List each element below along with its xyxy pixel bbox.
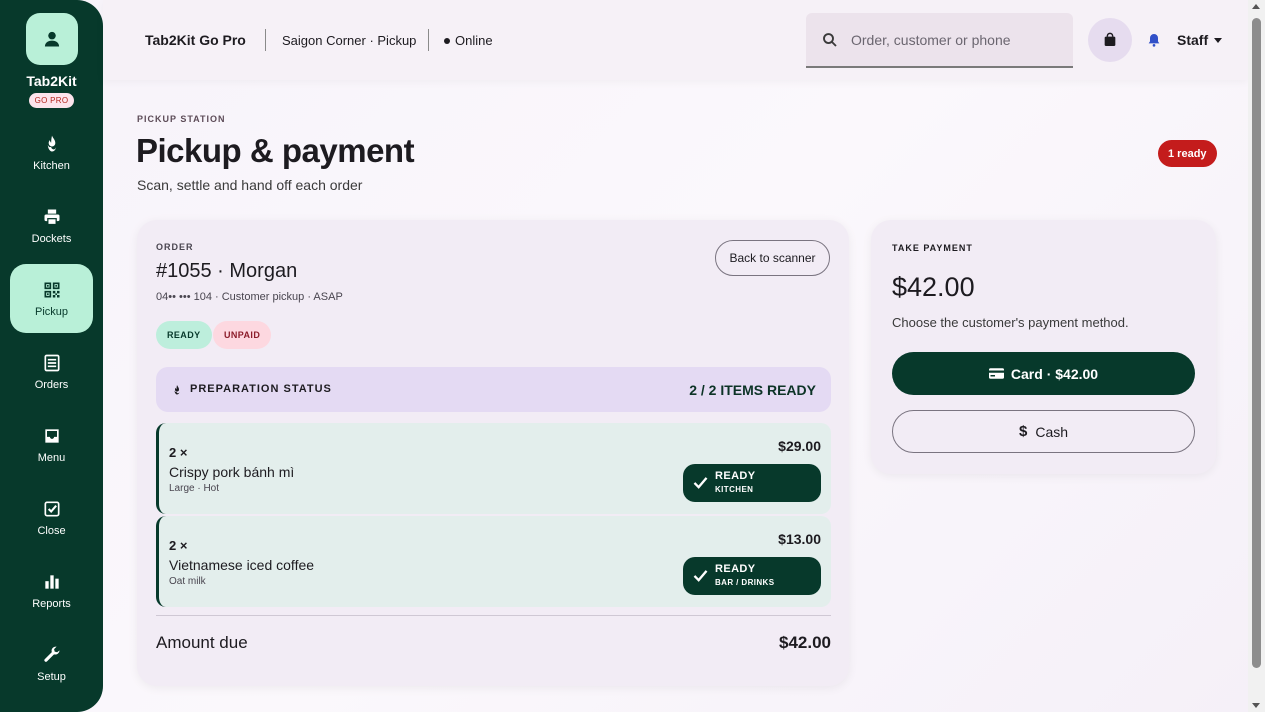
scroll-up-arrow-icon[interactable] [1252, 4, 1260, 9]
pay-by-cash-button[interactable]: $ Cash [892, 410, 1195, 453]
ready-chip: READY [156, 321, 212, 349]
sidebar-item-orders[interactable]: Orders [10, 337, 93, 406]
pay-by-cash-label: Cash [1035, 423, 1069, 440]
sidebar-item-label: Kitchen [33, 159, 70, 172]
credit-card-icon [988, 368, 1004, 379]
brand-avatar[interactable] [25, 13, 78, 65]
payment-hint: Choose the customer's payment method. [892, 315, 1129, 330]
dollar-icon: $ [1018, 423, 1028, 440]
payment-card: TAKE PAYMENT $42.00 Choose the customer'… [871, 220, 1216, 474]
item-price: $13.00 [778, 531, 821, 547]
item-status-badge: READY BAR / DRINKS [683, 557, 821, 595]
item-status-badge: READY KITCHEN [683, 464, 821, 502]
status-dot-icon [444, 37, 450, 44]
app-title: Tab2Kit Go Pro [145, 32, 246, 48]
list-icon [44, 354, 59, 371]
scrollbar-thumb[interactable] [1252, 18, 1261, 668]
item-name: Vietnamese iced coffee [169, 557, 315, 573]
divider [265, 29, 266, 51]
person-icon [44, 31, 59, 47]
amount-due-label: Amount due [156, 633, 248, 652]
top-bar: Tab2Kit Go Pro Saigon Corner · Pickup On… [103, 0, 1248, 80]
sidebar-item-label: Orders [34, 378, 69, 391]
pay-by-card-button[interactable]: Card · $42.00 [892, 352, 1195, 395]
check-icon [693, 477, 708, 489]
sidebar-item-reports[interactable]: Reports [10, 556, 93, 625]
brand-name: Tab2Kit [26, 73, 77, 89]
sidebar-item-menu[interactable]: Menu [10, 410, 93, 479]
sidebar-item-label: Pickup [34, 305, 69, 318]
sidebar-item-pickup[interactable]: Pickup [10, 264, 93, 333]
user-menu[interactable]: Staff [1177, 32, 1223, 48]
go-pro-badge[interactable]: GO PRO [28, 93, 75, 108]
status-label: Online [455, 33, 493, 48]
item-station-label: BAR / DRINKS [715, 578, 775, 587]
items-ready-count: 2 / 2 ITEMS READY [689, 382, 816, 398]
item-name: Crispy pork bánh mì [169, 464, 295, 480]
payment-eyebrow: TAKE PAYMENT [892, 243, 973, 253]
ready-count-badge: 1 ready [1158, 140, 1217, 167]
item-quantity: 2 × [169, 445, 188, 460]
shopping-bag-icon [1104, 32, 1116, 46]
sidebar: Tab2Kit GO PRO Kitchen Dockets Pickup Or… [0, 0, 103, 712]
check-icon [693, 570, 708, 582]
item-station-label: KITCHEN [715, 485, 754, 494]
sidebar-item-setup[interactable]: Setup [10, 629, 93, 698]
list-item: 2 × Crispy pork bánh mì Large · Hot $29.… [156, 423, 831, 514]
sidebar-item-kitchen[interactable]: Kitchen [10, 118, 93, 187]
page-title: Pickup & payment [136, 132, 415, 169]
order-card: ORDER #1055 · Morgan 04•• ••• 104 · Cust… [137, 220, 849, 686]
item-price: $29.00 [778, 438, 821, 454]
checkbox-icon [44, 501, 59, 516]
chevron-down-icon [1214, 37, 1223, 43]
qr-code-icon [44, 282, 59, 297]
user-name: Staff [1177, 32, 1209, 48]
printer-icon [44, 209, 59, 225]
sidebar-item-label: Reports [32, 597, 71, 610]
sidebar-item-label: Dockets [31, 232, 72, 245]
back-to-scanner-button[interactable]: Back to scanner [715, 240, 830, 276]
search-icon [823, 32, 837, 47]
item-modifiers: Oat milk [169, 576, 206, 587]
sidebar-item-label: Setup [37, 670, 66, 683]
sidebar-item-label: Close [37, 524, 66, 537]
amount-due-value: $42.00 [779, 633, 831, 652]
order-meta: 04•• ••• 104 · Customer pickup · ASAP [156, 291, 343, 303]
flame-icon [47, 135, 56, 151]
page-subtitle: Scan, settle and hand off each order [137, 177, 363, 193]
online-status: Online [444, 33, 493, 48]
inbox-icon [44, 428, 59, 443]
divider [428, 29, 429, 51]
item-status-label: READY [715, 470, 756, 482]
bell-icon[interactable] [1146, 32, 1162, 48]
item-status-label: READY [715, 563, 756, 575]
divider [156, 615, 831, 616]
page-eyebrow: PICKUP STATION [137, 114, 226, 124]
preparation-status-label: PREPARATION STATUS [190, 383, 332, 395]
search-input[interactable] [851, 31, 1061, 48]
sidebar-item-label: Menu [37, 451, 66, 464]
bar-chart-icon [44, 574, 59, 589]
order-eyebrow: ORDER [156, 242, 194, 252]
list-item: 2 × Vietnamese iced coffee Oat milk $13.… [156, 516, 831, 607]
pay-by-card-label: Card · $42.00 [1010, 365, 1099, 382]
search-field[interactable] [806, 13, 1073, 68]
order-title: #1055 · Morgan [156, 260, 298, 282]
item-modifiers: Large · Hot [169, 483, 220, 494]
payment-total: $42.00 [892, 272, 975, 302]
flame-icon [174, 385, 180, 395]
page-scrollbar[interactable] [1248, 0, 1265, 712]
preparation-status-bar: PREPARATION STATUS 2 / 2 ITEMS READY [156, 367, 831, 412]
bag-button[interactable] [1088, 18, 1132, 62]
location-label: Saigon Corner · Pickup [282, 33, 417, 48]
item-quantity: 2 × [169, 538, 188, 553]
scroll-down-arrow-icon[interactable] [1252, 703, 1260, 708]
sidebar-item-dockets[interactable]: Dockets [10, 191, 93, 260]
unpaid-chip: UNPAID [213, 321, 272, 349]
sidebar-item-close[interactable]: Close [10, 483, 93, 552]
wrench-icon [43, 646, 59, 662]
